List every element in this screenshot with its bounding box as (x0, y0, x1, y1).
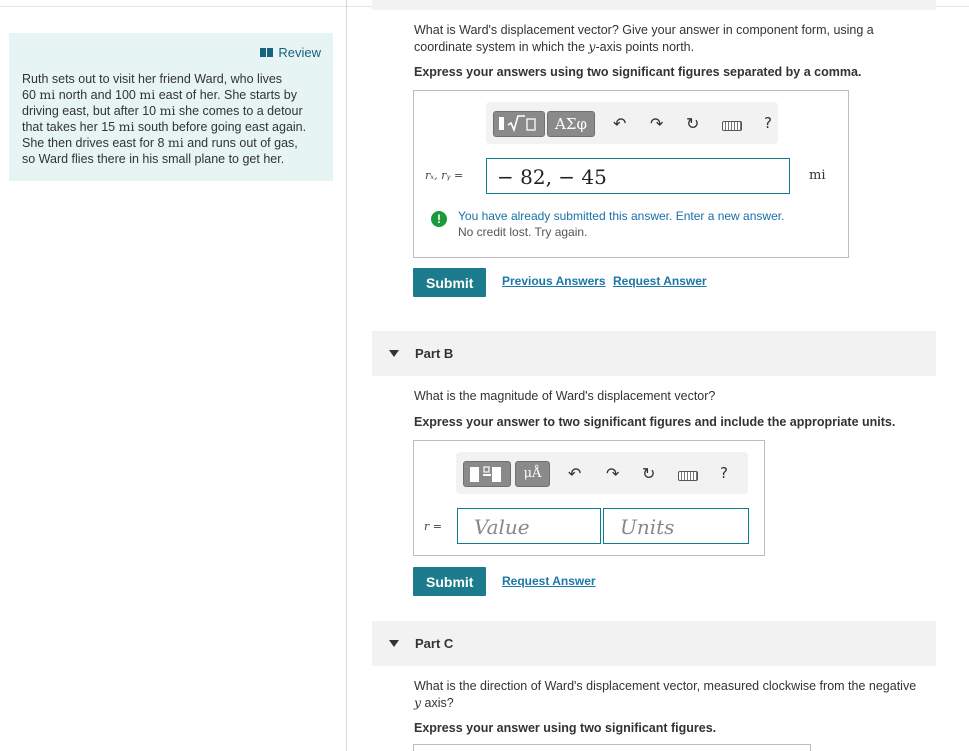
keyboard-icon[interactable] (678, 471, 698, 481)
unit-label: mi (809, 168, 826, 183)
help-icon[interactable]: ? (764, 114, 772, 132)
problem-statement: Ruth sets out to visit her friend Ward, … (22, 71, 322, 167)
part-c-instruction: Express your answer using two significan… (414, 721, 717, 735)
unit-mi: mi (139, 87, 156, 102)
part-a-instruction: Express your answers using two significa… (414, 65, 862, 79)
part-b-label: Part B (415, 346, 454, 361)
part-c-header[interactable]: Part C (372, 621, 936, 666)
templates-button[interactable] (463, 461, 511, 487)
units-input[interactable]: Units (603, 508, 749, 544)
book-icon (260, 47, 274, 58)
keyboard-icon[interactable] (722, 121, 742, 131)
review-panel: Review Ruth sets out to visit her friend… (9, 33, 333, 181)
part-c-question-line1: What is the direction of Ward's displace… (414, 679, 917, 693)
value-placeholder: Value (474, 515, 530, 539)
previous-part-bar (372, 0, 936, 10)
unit-mi: mi (39, 87, 56, 102)
redo-icon[interactable]: ↷ (650, 114, 663, 133)
r-label: r = (424, 520, 442, 533)
collapse-triangle-icon (389, 640, 399, 647)
problem-line: She then drives east for 8 mi and runs o… (22, 135, 298, 150)
reset-icon[interactable]: ↻ (642, 464, 655, 483)
problem-line: driving east, but after 10 mi she comes … (22, 103, 303, 118)
rx-ry-label: rₓ, rᵧ = (425, 169, 464, 182)
problem-line: so Ward flies there in his small plane t… (22, 152, 285, 166)
part-b-submit-button[interactable]: Submit (413, 567, 487, 596)
part-b-request-answer-link[interactable]: Request Answer (502, 574, 596, 588)
column-divider (346, 0, 347, 751)
value-input[interactable]: Value (457, 508, 601, 544)
redo-icon[interactable]: ↷ (606, 464, 619, 483)
collapse-triangle-icon (389, 350, 399, 357)
part-b-answer-box: μÅ ↶ ↷ ↻ ? r = Value Units (413, 440, 765, 556)
reset-icon[interactable]: ↻ (686, 114, 699, 133)
y-variable: y (414, 694, 422, 710)
unit-mi: mi (167, 135, 184, 150)
part-a-answer-box: ΑΣφ ↶ ↷ ↻ ? rₓ, rᵧ = − 82, − 45 mi ! You… (413, 90, 849, 258)
part-a-submit-button[interactable]: Submit (413, 268, 487, 297)
problem-line: that takes her 15 mi south before going … (22, 119, 307, 134)
templates-button[interactable] (493, 111, 545, 137)
part-b-header[interactable]: Part B (372, 331, 936, 376)
part-c-question-line2: y axis? (414, 694, 454, 710)
units-placeholder: Units (620, 515, 675, 539)
part-c-answer-box (413, 744, 811, 751)
part-b-instruction: Express your answer to two significant f… (414, 415, 896, 429)
radical-template-icon (499, 115, 536, 133)
fraction-template-icon (470, 466, 501, 482)
math-toolbar: ΑΣφ ↶ ↷ ↻ ? (486, 102, 778, 144)
undo-icon[interactable]: ↶ (613, 114, 626, 133)
unit-mi: mi (159, 103, 176, 118)
part-a-answer-value: − 82, − 45 (497, 165, 607, 189)
alert-icon: ! (431, 211, 447, 227)
warning-line2: No credit lost. Try again. (458, 225, 588, 239)
part-a-question-line1: What is Ward's displacement vector? Give… (414, 23, 874, 37)
units-toolbar: μÅ ↶ ↷ ↻ ? (456, 452, 748, 494)
problem-line: 60 mi north and 100 mi east of her. She … (22, 87, 297, 102)
greek-symbols-button[interactable]: ΑΣφ (547, 111, 595, 137)
unit-mi: mi (118, 119, 135, 134)
part-c-question: What is the direction of Ward's displace… (414, 679, 916, 711)
part-a-question: What is Ward's displacement vector? Give… (414, 23, 874, 55)
warning-line1: You have already submitted this answer. … (458, 209, 785, 223)
part-a-request-answer-link[interactable]: Request Answer (613, 274, 707, 288)
part-a-answer-field[interactable]: − 82, − 45 (486, 158, 790, 194)
previous-answers-link[interactable]: Previous Answers (502, 274, 606, 288)
problem-line: Ruth sets out to visit her friend Ward, … (22, 72, 283, 86)
review-link[interactable]: Review (260, 45, 321, 60)
units-button[interactable]: μÅ (515, 461, 550, 487)
undo-icon[interactable]: ↶ (568, 464, 581, 483)
part-a-question-line2: coordinate system in which the y-axis po… (414, 38, 695, 54)
review-label: Review (278, 45, 321, 60)
part-b-question: What is the magnitude of Ward's displace… (414, 389, 716, 403)
part-c-label: Part C (415, 636, 454, 651)
help-icon[interactable]: ? (720, 464, 728, 482)
